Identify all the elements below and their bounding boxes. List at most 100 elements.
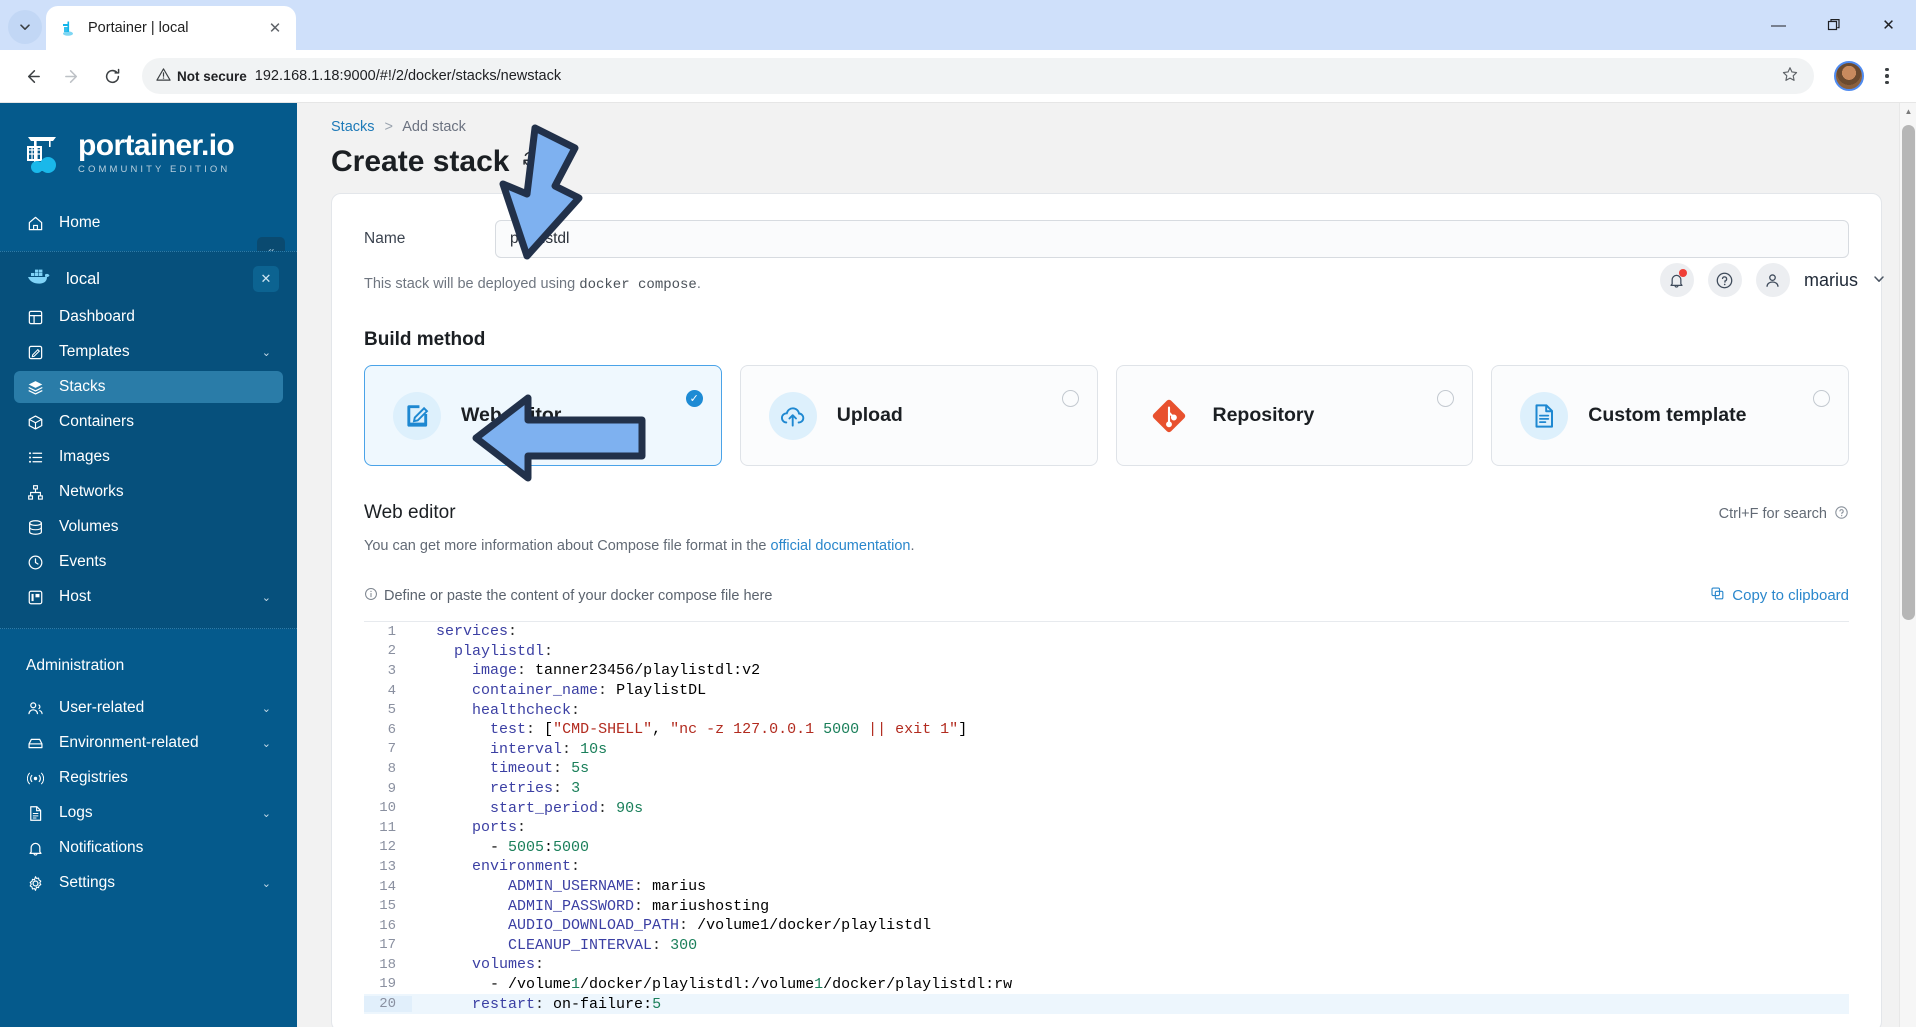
breadcrumb-stacks-link[interactable]: Stacks bbox=[331, 119, 375, 135]
radio-icon[interactable] bbox=[1437, 390, 1455, 407]
star-icon[interactable] bbox=[1782, 66, 1804, 87]
sidebar-item-networks[interactable]: Networks bbox=[14, 476, 283, 508]
sidebar-item-stacks[interactable]: Stacks bbox=[14, 371, 283, 403]
sidebar-item-user-related[interactable]: User-related ⌄ bbox=[14, 692, 283, 724]
copy-label: Copy to clipboard bbox=[1732, 587, 1849, 604]
portainer-logo[interactable]: portainer.io COMMUNITY EDITION bbox=[0, 107, 297, 197]
build-method-repository[interactable]: Repository bbox=[1115, 365, 1474, 466]
code-line[interactable]: 19 - /volume1/docker/playlistdl:/volume1… bbox=[364, 975, 1849, 995]
code-line[interactable]: 20 restart: on-failure:5 bbox=[364, 994, 1849, 1014]
sidebar-item-dashboard[interactable]: Dashboard bbox=[14, 301, 283, 333]
radio-icon[interactable] bbox=[1061, 390, 1079, 407]
bell-icon[interactable] bbox=[1659, 263, 1694, 297]
code-line[interactable]: 6 test: ["CMD-SHELL", "nc -z 127.0.0.1 5… bbox=[364, 720, 1849, 740]
scroll-up-arrow-icon[interactable]: ▲ bbox=[1900, 103, 1916, 120]
back-icon[interactable] bbox=[14, 58, 50, 94]
line-number: 6 bbox=[364, 721, 412, 738]
code-line[interactable]: 4 container_name: PlaylistDL bbox=[364, 681, 1849, 701]
chevron-down-icon[interactable]: ⌄ bbox=[262, 702, 271, 715]
compose-code-editor[interactable]: 1 services: 2 playlistdl: 3 image: tanner23… bbox=[364, 621, 1849, 1027]
minimize-button[interactable]: — bbox=[1751, 4, 1806, 46]
code-line[interactable]: 1 services: bbox=[364, 622, 1849, 642]
build-method-label: Repository bbox=[1212, 404, 1315, 426]
code-line[interactable]: 16 AUDIO_DOWNLOAD_PATH: /volume1/docker/… bbox=[364, 916, 1849, 936]
question-circle-icon[interactable] bbox=[1834, 505, 1849, 524]
reload-icon[interactable] bbox=[94, 58, 130, 94]
code-text: playlistdl: bbox=[454, 642, 554, 660]
code-line[interactable]: 3 image: tanner23456/playlistdl:v2 bbox=[364, 661, 1849, 681]
web-editor-icon bbox=[393, 391, 441, 440]
sidebar-item-images[interactable]: Images bbox=[14, 441, 283, 473]
forward-icon[interactable] bbox=[54, 58, 90, 94]
stack-name-input[interactable]: playlistdl bbox=[495, 220, 1849, 258]
radio-selected-icon[interactable]: ✓ bbox=[685, 390, 703, 407]
code-line[interactable]: 12 - 5005:5000 bbox=[364, 838, 1849, 858]
dashboard-icon bbox=[26, 308, 45, 327]
build-method-web-editor[interactable]: Web editor ✓ bbox=[364, 365, 722, 466]
code-line[interactable]: 5 healthcheck: bbox=[364, 700, 1849, 720]
portainer-crane-icon bbox=[22, 129, 68, 177]
code-line[interactable]: 7 interval: 10s bbox=[364, 740, 1849, 760]
code-line[interactable]: 8 timeout: 5s bbox=[364, 759, 1849, 779]
sidebar-item-label: Images bbox=[59, 448, 110, 465]
code-text: healthcheck: bbox=[472, 701, 581, 719]
line-number: 10 bbox=[364, 800, 412, 817]
code-line[interactable]: 11 ports: bbox=[364, 818, 1849, 838]
chevron-down-icon[interactable] bbox=[1872, 272, 1886, 289]
code-line[interactable]: 2 playlistdl: bbox=[364, 642, 1849, 662]
sidebar-item-registries[interactable]: Registries bbox=[14, 762, 283, 794]
tab-search-icon[interactable] bbox=[8, 10, 42, 44]
code-line[interactable]: 18 volumes: bbox=[364, 955, 1849, 975]
code-text: image: tanner23456/playlistdl:v2 bbox=[472, 662, 761, 680]
logo-name: portainer.io bbox=[78, 129, 235, 163]
sidebar-item-environment-related[interactable]: Environment-related ⌄ bbox=[14, 727, 283, 759]
sidebar-item-containers[interactable]: Containers bbox=[14, 406, 283, 438]
user-icon[interactable] bbox=[1755, 263, 1790, 297]
scrollbar-thumb[interactable] bbox=[1902, 125, 1915, 620]
code-line[interactable]: 17 CLEANUP_INTERVAL: 300 bbox=[364, 936, 1849, 956]
sidebar-item-notifications[interactable]: Notifications bbox=[14, 832, 283, 864]
line-number: 20 bbox=[364, 996, 412, 1013]
chevron-down-icon[interactable]: ⌄ bbox=[262, 346, 271, 359]
user-name[interactable]: marius bbox=[1804, 270, 1858, 291]
sidebar-item-settings[interactable]: Settings ⌄ bbox=[14, 867, 283, 899]
code-line[interactable]: 13 environment: bbox=[364, 857, 1849, 877]
deploy-hint-prefix: This stack will be deployed using bbox=[364, 276, 576, 292]
kebab-menu-icon[interactable] bbox=[1872, 58, 1902, 94]
page-scrollbar[interactable]: ▲ bbox=[1899, 103, 1916, 1027]
clear-environment-icon[interactable]: ✕ bbox=[253, 266, 279, 292]
build-method-upload[interactable]: Upload bbox=[739, 365, 1098, 466]
line-number: 17 bbox=[364, 937, 412, 954]
sidebar-item-host[interactable]: Host ⌄ bbox=[14, 581, 283, 613]
radio-icon[interactable] bbox=[1813, 390, 1830, 407]
code-line[interactable]: 10 start_period: 90s bbox=[364, 798, 1849, 818]
official-documentation-link[interactable]: official documentation bbox=[771, 538, 911, 554]
chevron-down-icon[interactable]: ⌄ bbox=[262, 877, 271, 890]
not-secure-indicator[interactable]: Not secure bbox=[156, 67, 247, 85]
sidebar-item-templates[interactable]: Templates ⌄ bbox=[14, 336, 283, 368]
maximize-button[interactable] bbox=[1806, 4, 1861, 46]
browser-tab[interactable]: Portainer | local ✕ bbox=[46, 6, 296, 50]
refresh-icon[interactable] bbox=[521, 149, 541, 175]
code-line[interactable]: 9 retries: 3 bbox=[364, 779, 1849, 799]
close-icon[interactable]: ✕ bbox=[264, 17, 286, 39]
build-method-custom-template[interactable]: Custom template bbox=[1491, 365, 1849, 466]
sidebar-item-label: Stacks bbox=[59, 378, 106, 395]
chevron-down-icon[interactable]: ⌄ bbox=[262, 591, 271, 604]
code-line[interactable]: 14 ADMIN_USERNAME: marius bbox=[364, 877, 1849, 897]
sidebar-item-logs[interactable]: Logs ⌄ bbox=[14, 797, 283, 829]
avatar[interactable] bbox=[1834, 61, 1864, 91]
sidebar-item-label: Containers bbox=[59, 413, 134, 430]
window-close-button[interactable]: ✕ bbox=[1861, 4, 1916, 46]
chevron-down-icon[interactable]: ⌄ bbox=[262, 807, 271, 820]
sidebar-item-events[interactable]: Events bbox=[14, 546, 283, 578]
sidebar-item-volumes[interactable]: Volumes bbox=[14, 511, 283, 543]
question-circle-icon[interactable] bbox=[1707, 263, 1742, 297]
sidebar-item-label: Host bbox=[59, 588, 91, 605]
copy-to-clipboard-button[interactable]: Copy to clipboard bbox=[1710, 586, 1849, 605]
address-bar[interactable]: Not secure 192.168.1.18:9000/#!/2/docker… bbox=[142, 58, 1814, 94]
line-number: 1 bbox=[364, 623, 412, 640]
sidebar-item-home[interactable]: Home bbox=[14, 207, 283, 239]
chevron-down-icon[interactable]: ⌄ bbox=[262, 737, 271, 750]
code-line[interactable]: 15 ADMIN_PASSWORD: mariushosting bbox=[364, 896, 1849, 916]
